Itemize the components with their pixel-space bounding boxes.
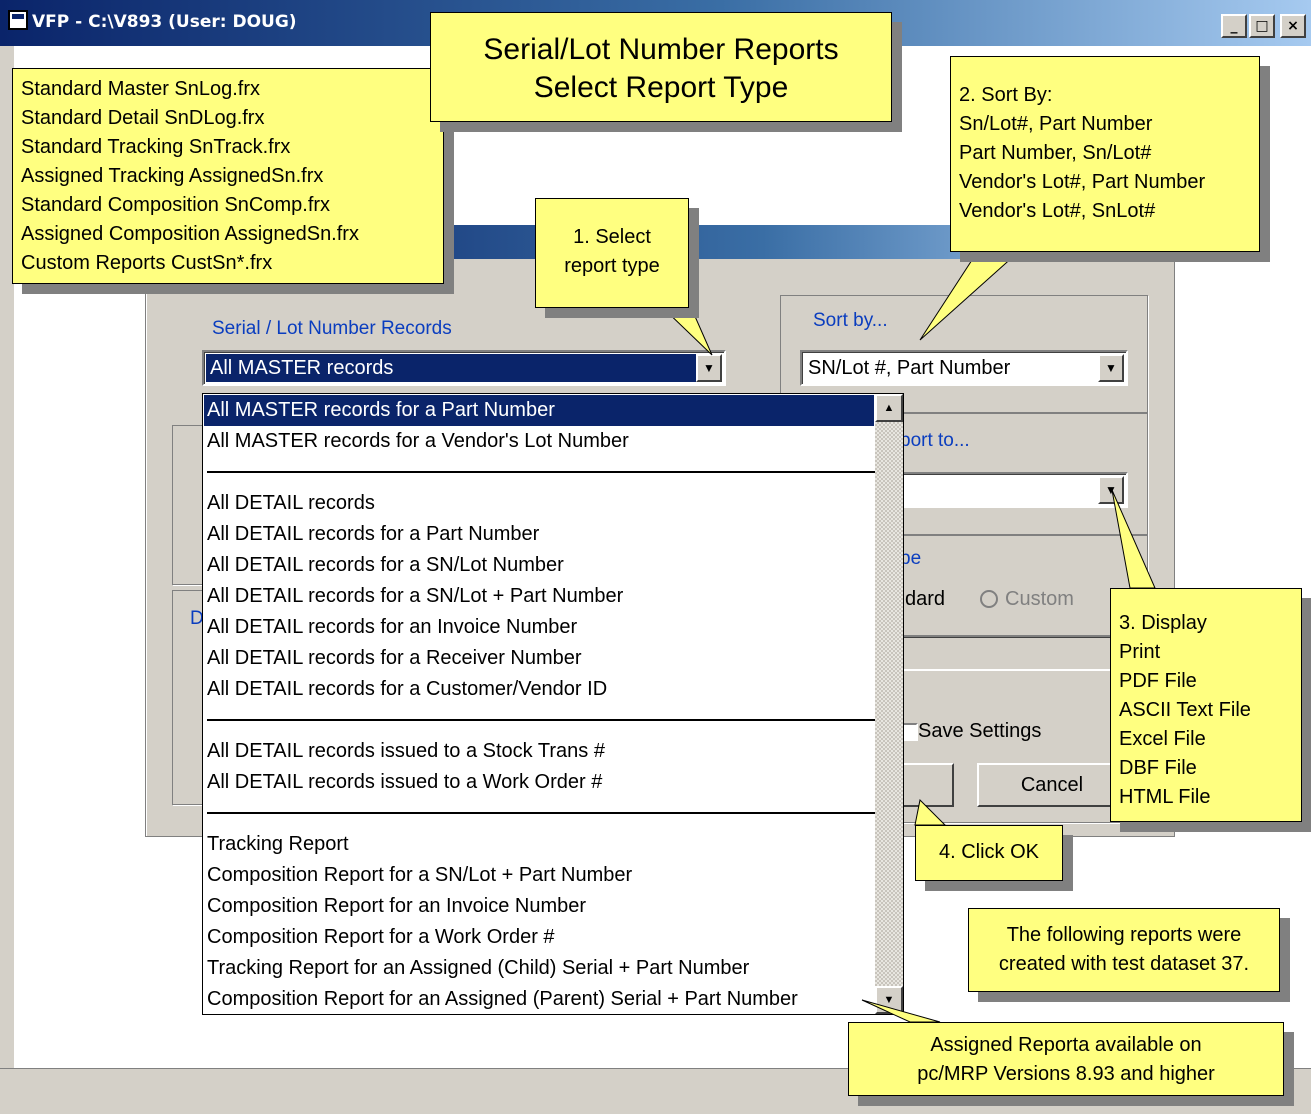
report-file-line: Standard Master SnLog.frx	[21, 78, 261, 100]
step1-line: 1. Select	[573, 226, 651, 248]
report-file-line: Standard Detail SnDLog.frx	[21, 107, 265, 129]
report-file-line: Assigned Composition AssignedSn.frx	[21, 223, 359, 245]
assigned-line: Assigned Reporta available on	[930, 1034, 1202, 1056]
callout-title-line-1: Serial/Lot Number Reports	[483, 33, 839, 66]
step2-pointer	[919, 239, 1016, 341]
assigned-pointer	[861, 999, 941, 1023]
report-file-line: Assigned Tracking AssignedSn.frx	[21, 165, 324, 187]
step2-line: Vendor's Lot#, Part Number	[959, 171, 1206, 193]
step3-callout: 3. Display Print PDF File ASCII Text Fil…	[1110, 588, 1302, 822]
callout-title-line-2: Select Report Type	[533, 71, 789, 104]
step2-line: Part Number, Sn/Lot#	[959, 142, 1152, 164]
report-files-callout: Standard Master SnLog.frx Standard Detai…	[12, 68, 444, 284]
step2-callout: 2. Sort By: Sn/Lot#, Part Number Part Nu…	[950, 56, 1260, 252]
step3-line: HTML File	[1119, 786, 1211, 808]
step3-line: ASCII Text File	[1119, 699, 1251, 721]
step4-pointer	[914, 798, 947, 826]
report-file-line: Standard Composition SnComp.frx	[21, 194, 331, 216]
step3-line: PDF File	[1119, 670, 1197, 692]
step1-callout: 1. Select report type	[535, 198, 689, 308]
assigned-reports-callout: Assigned Reporta available on pc/MRP Ver…	[848, 1022, 1284, 1096]
test-dataset-callout: The following reports were created with …	[968, 908, 1280, 992]
step3-line: Excel File	[1119, 728, 1206, 750]
step3-pointer	[1111, 489, 1156, 589]
step1-line: report type	[564, 255, 660, 277]
step4-callout: 4. Click OK	[915, 825, 1063, 881]
report-file-line: Custom Reports CustSn*.frx	[21, 252, 273, 274]
test-dataset-line: The following reports were	[1006, 924, 1242, 946]
step2-line: Vendor's Lot#, SnLot#	[959, 200, 1156, 222]
step2-line: 2. Sort By:	[959, 84, 1053, 106]
step3-line: DBF File	[1119, 757, 1197, 779]
step3-line: Print	[1119, 641, 1161, 663]
step2-line: Sn/Lot#, Part Number	[959, 113, 1153, 135]
test-dataset-line: created with test dataset 37.	[998, 953, 1250, 975]
step4-line: 4. Click OK	[938, 841, 1040, 863]
step1-pointer	[658, 304, 713, 356]
report-file-line: Standard Tracking SnTrack.frx	[21, 136, 291, 158]
title-callout: Serial/Lot Number Reports Select Report …	[430, 12, 892, 122]
assigned-line: pc/MRP Versions 8.93 and higher	[917, 1063, 1215, 1085]
step3-line: 3. Display	[1119, 612, 1207, 634]
